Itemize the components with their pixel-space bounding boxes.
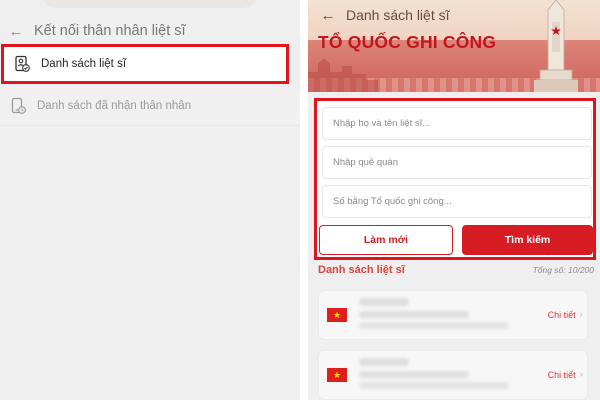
reset-button[interactable]: Làm mới (319, 225, 453, 255)
total-count: Tổng số: 10/200 (532, 265, 594, 275)
certificate-number-input[interactable] (333, 196, 591, 207)
banner-heading: TỔ QUỐC GHI CÔNG (318, 32, 497, 52)
blurred-info (359, 382, 509, 389)
certificate-number-field[interactable] (322, 185, 592, 218)
detail-link[interactable]: Chi tiết › (548, 369, 583, 380)
banner: ← Danh sách liệt sĩ TỔ QUỐC GHI CÔNG (308, 0, 600, 92)
chevron-right-icon: › (579, 309, 583, 320)
menu-item-martyr-list[interactable]: Danh sách liệt sĩ (1, 44, 289, 84)
phone-check-icon (8, 96, 28, 116)
menu-item-label: Danh sách liệt sĩ (41, 58, 127, 70)
header-decoration (40, 0, 260, 8)
menu-item-received-list[interactable]: Danh sách đã nhận thân nhân (0, 86, 300, 126)
left-header: ← Kết nối thân nhân liệt sĩ (0, 18, 300, 44)
menu-item-label: Danh sách đã nhận thân nhân (37, 99, 192, 112)
search-form: Làm mới Tìm kiếm (314, 98, 596, 260)
blurred-info (359, 311, 469, 318)
building-silhouette (308, 58, 378, 92)
vietnam-flag-icon: ★ (327, 308, 347, 322)
search-button[interactable]: Tìm kiếm (462, 225, 593, 255)
detail-link[interactable]: Chi tiết › (548, 309, 583, 320)
blurred-info (359, 371, 469, 378)
back-arrow-icon[interactable]: ← (6, 21, 26, 41)
page-title: Danh sách liệt sĩ (346, 7, 450, 23)
list-item[interactable]: ★ Chi tiết › (318, 290, 588, 340)
martyr-name-input[interactable] (333, 118, 591, 129)
right-header: ← Danh sách liệt sĩ (318, 5, 450, 25)
right-screen: ← Danh sách liệt sĩ TỔ QUỐC GHI CÔNG Làm… (308, 0, 600, 400)
back-arrow-icon[interactable]: ← (318, 5, 338, 25)
left-screen: ← Kết nối thân nhân liệt sĩ Danh sách li… (0, 0, 300, 400)
hometown-input[interactable] (333, 157, 591, 168)
blurred-info (359, 322, 509, 329)
list-title: Danh sách liệt sĩ (318, 264, 405, 276)
blurred-name (359, 358, 409, 366)
detail-label: Chi tiết (547, 309, 576, 320)
id-check-icon (12, 54, 32, 74)
hometown-field[interactable] (322, 146, 592, 179)
page-title: Kết nối thân nhân liệt sĩ (34, 23, 186, 39)
list-header: Danh sách liệt sĩ Tổng số: 10/200 (318, 264, 594, 276)
vietnam-flag-icon: ★ (327, 368, 347, 382)
detail-label: Chi tiết (547, 369, 576, 380)
blurred-name (359, 298, 409, 306)
monument-illustration (534, 0, 578, 92)
list-item[interactable]: ★ Chi tiết › (318, 350, 588, 400)
martyr-name-field[interactable] (322, 107, 592, 140)
screen-divider (300, 0, 308, 400)
chevron-right-icon: › (579, 369, 583, 380)
